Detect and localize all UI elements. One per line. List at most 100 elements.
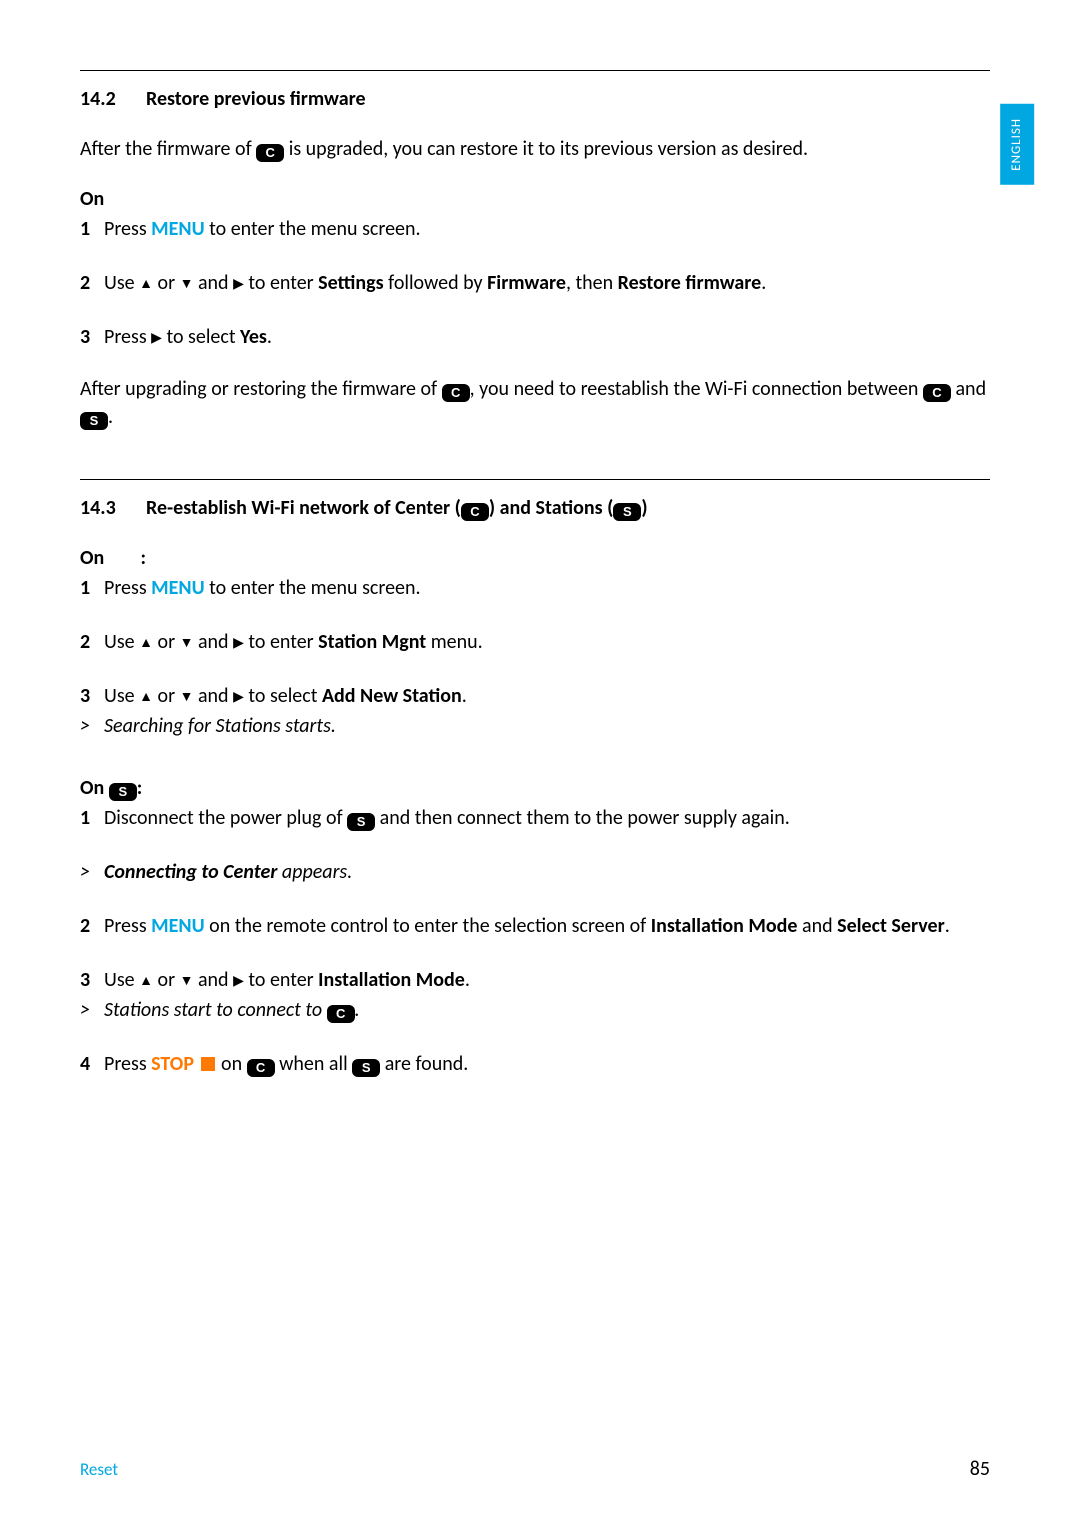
up-icon: ▲ [139, 633, 153, 653]
right-icon: ▶ [233, 274, 244, 294]
center-icon: C [256, 144, 284, 162]
text: to select [244, 684, 322, 708]
down-icon: ▼ [180, 687, 194, 707]
text: is upgraded, you can restore it to its p… [284, 137, 808, 161]
heading-title: Re-establish Wi-Fi network of Center (C)… [146, 496, 648, 520]
step-body: Press MENU to enter the menu screen. [104, 574, 990, 602]
text: Re-establish Wi-Fi network of Center ( [146, 496, 461, 520]
section-heading-14-3: 14.3Re-establish Wi-Fi network of Center… [80, 494, 990, 522]
c-step-3: 3 Use ▲ or ▼ and ▶ to select Add New Sta… [80, 682, 990, 710]
step-number: 1 [80, 574, 104, 602]
section-divider [80, 479, 990, 480]
s-result-1: > Connecting to Center appears. [80, 858, 990, 886]
text: or [153, 271, 180, 295]
step-number: 1 [80, 804, 104, 832]
c-result-1: > Searching for Stations starts. [80, 712, 990, 740]
center-icon: C [461, 503, 489, 521]
step-3: 3 Press ▶ to select Yes. [80, 323, 990, 351]
firmware-label: Firmware [487, 271, 566, 295]
step-body: Disconnect the power plug of S and then … [104, 804, 990, 832]
text: and [193, 684, 233, 708]
on-label: On [80, 185, 990, 213]
step-number: 3 [80, 323, 104, 351]
station-icon: S [613, 503, 641, 521]
text: After the firmware of [80, 137, 256, 161]
text: Use [104, 968, 139, 992]
text: : [137, 776, 143, 800]
step-number: 2 [80, 269, 104, 297]
after-paragraph: After upgrading or restoring the firmwar… [80, 375, 990, 431]
text: on [217, 1052, 247, 1076]
station-icon: S [352, 1059, 380, 1077]
yes-label: Yes [240, 325, 267, 349]
step-number: 4 [80, 1050, 104, 1078]
up-icon: ▲ [139, 274, 153, 294]
text: , then [566, 271, 618, 295]
heading-number: 14.2 [80, 85, 146, 113]
center-icon: C [327, 1005, 355, 1023]
installation-mode-label: Installation Mode [651, 914, 798, 938]
c-step-2: 2 Use ▲ or ▼ and ▶ to enter Station Mgnt… [80, 628, 990, 656]
result-text: Stations start to connect to C. [104, 996, 360, 1024]
text: . [462, 684, 467, 708]
text: . [945, 914, 950, 938]
on-c-label: On : [80, 544, 990, 572]
step-body: Use ▲ or ▼ and ▶ to enter Station Mgnt m… [104, 628, 990, 656]
text: Press [104, 325, 151, 349]
select-server-label: Select Server [837, 914, 945, 938]
page-footer: Reset 85 [80, 1455, 990, 1483]
text: on the remote control to enter the selec… [205, 914, 651, 938]
text: Use [104, 630, 139, 654]
s-step-4: 4 Press STOP on C when all S are found. [80, 1050, 990, 1078]
text: to select [162, 325, 240, 349]
text: appears. [277, 860, 352, 884]
text: and [193, 968, 233, 992]
installation-mode-label: Installation Mode [318, 968, 465, 992]
station-icon: S [347, 813, 375, 831]
station-icon: S [109, 783, 137, 801]
right-icon: ▶ [151, 328, 162, 348]
text: On [80, 776, 109, 800]
text: and [951, 377, 986, 401]
text: Press [104, 576, 151, 600]
step-body: Press MENU to enter the menu screen. [104, 215, 990, 243]
step-number: 3 [80, 682, 104, 710]
text: . [355, 998, 360, 1022]
step-1: 1 Press MENU to enter the menu screen. [80, 215, 990, 243]
down-icon: ▼ [180, 971, 194, 991]
text: Stations start to connect to [104, 998, 327, 1022]
right-icon: ▶ [233, 687, 244, 707]
menu-key: MENU [151, 576, 204, 600]
result-text: Searching for Stations starts. [104, 712, 336, 740]
text: Use [104, 271, 139, 295]
step-body: Press MENU on the remote control to ente… [104, 912, 990, 940]
step-body: Press ▶ to select Yes. [104, 323, 990, 351]
result-marker: > [80, 996, 104, 1024]
down-icon: ▼ [180, 633, 194, 653]
result-text: Connecting to Center appears. [104, 858, 352, 886]
right-icon: ▶ [233, 971, 244, 991]
text: to enter the menu screen. [205, 576, 421, 600]
menu-key: MENU [151, 217, 204, 241]
text: ) and Stations ( [489, 496, 613, 520]
text: or [153, 630, 180, 654]
text: Press [104, 1052, 151, 1076]
step-number: 2 [80, 628, 104, 656]
text: Connecting to Center [104, 860, 277, 884]
text: . [267, 325, 272, 349]
section-heading-14-2: 14.2Restore previous firmware [80, 85, 990, 113]
text: and [797, 914, 837, 938]
text: and [193, 630, 233, 654]
stop-icon [201, 1057, 215, 1071]
on-s-label: On S: [80, 774, 990, 802]
up-icon: ▲ [139, 971, 153, 991]
text: Press [104, 217, 151, 241]
center-icon: C [923, 384, 951, 402]
settings-label: Settings [318, 271, 383, 295]
text: menu. [426, 630, 483, 654]
step-body: Use ▲ or ▼ and ▶ to select Add New Stati… [104, 682, 990, 710]
c-step-1: 1 Press MENU to enter the menu screen. [80, 574, 990, 602]
stop-key: STOP [151, 1052, 194, 1076]
text: to enter the menu screen. [205, 217, 421, 241]
center-icon: C [442, 384, 470, 402]
